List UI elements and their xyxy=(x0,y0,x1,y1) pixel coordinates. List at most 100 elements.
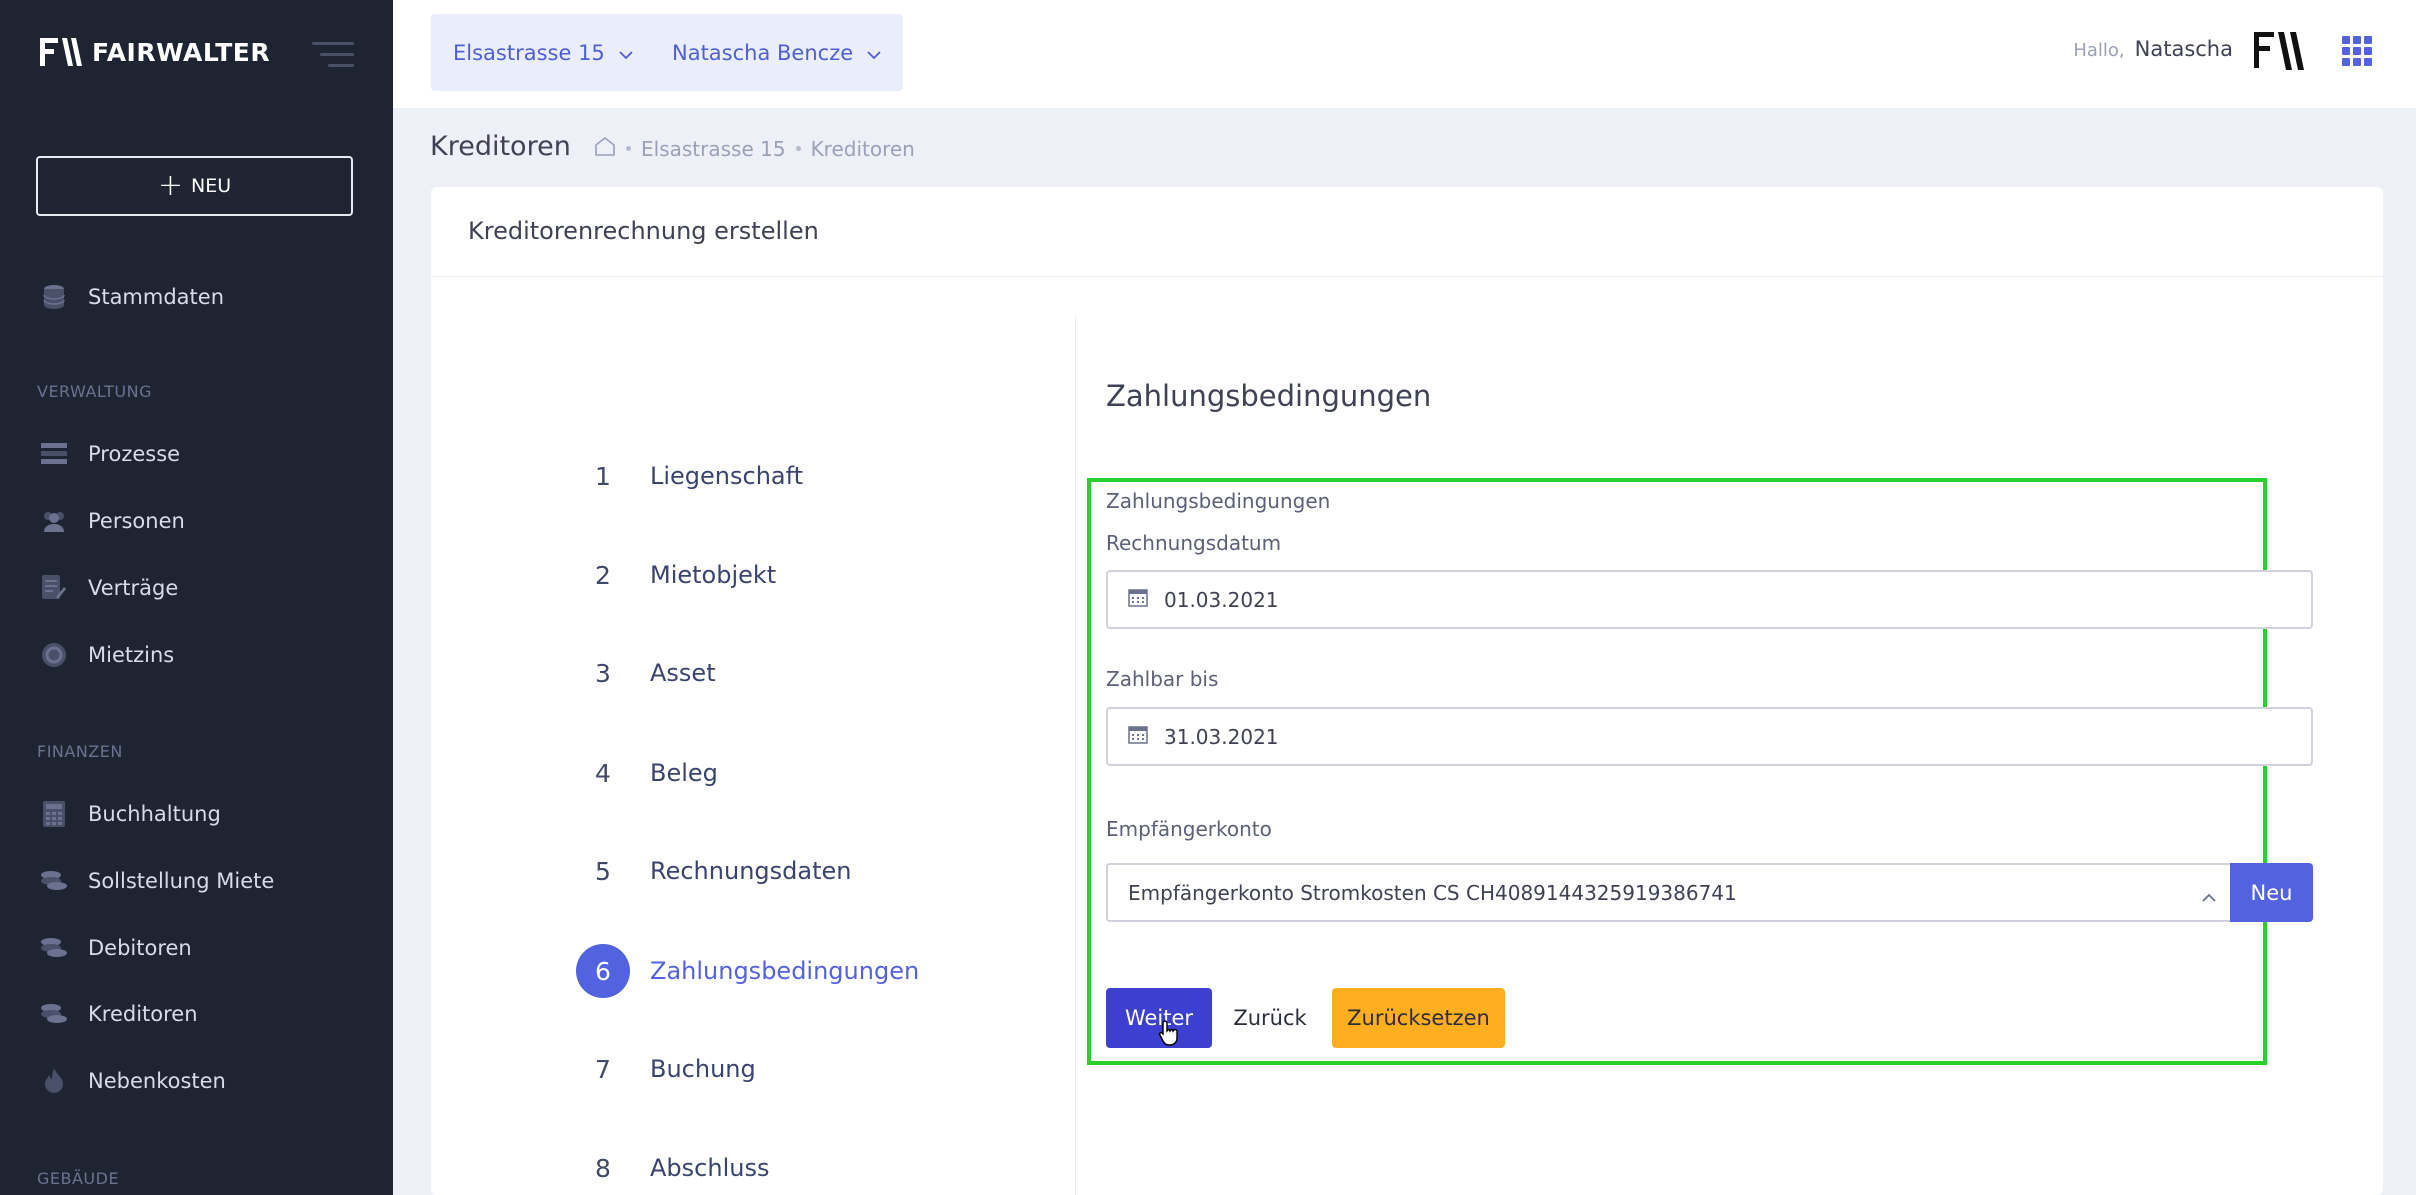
sidebar-item-stammdaten[interactable]: Stammdaten xyxy=(40,283,224,311)
chevron-down-icon xyxy=(619,41,633,65)
sidebar-item-sollstellung-miete[interactable]: Sollstellung Miete xyxy=(40,867,274,895)
step-number: 8 xyxy=(595,1153,611,1183)
rechnungsdatum-value: 01.03.2021 xyxy=(1164,587,1279,612)
top-header: Elsastrasse 15 Natascha Bencze Hallo, Na… xyxy=(393,0,2416,108)
sidebar-item-label: Sollstellung Miete xyxy=(88,869,275,893)
user-name: Natascha xyxy=(2134,37,2233,61)
sidebar-item-buchhaltung[interactable]: Buchhaltung xyxy=(40,800,221,828)
sidebar-item-personen[interactable]: Personen xyxy=(40,507,185,535)
chevron-down-icon xyxy=(867,41,881,65)
step-number: 3 xyxy=(595,658,611,688)
sidebar-item-label: Personen xyxy=(88,509,185,533)
back-button[interactable]: Zurück xyxy=(1227,988,1313,1048)
greeting-text: Hallo, xyxy=(2073,40,2125,61)
step-number: 4 xyxy=(595,758,611,788)
sidebar-item-label: Debitoren xyxy=(88,936,192,960)
menu-toggle-icon[interactable] xyxy=(312,40,354,70)
empfaengerkonto-select[interactable]: Empfängerkonto Stromkosten CS CH40891443… xyxy=(1106,863,2230,922)
sidebar: FAIRWALTER + NEU Stammdaten VERWALTUNG P… xyxy=(0,0,393,1195)
wizard-step-6-active[interactable]: 6 Zahlungsbedingungen xyxy=(576,944,919,998)
sidebar-item-label: Stammdaten xyxy=(88,285,225,309)
zahlbar-bis-input[interactable]: 31.03.2021 xyxy=(1106,707,2313,766)
sidebar-item-label: Prozesse xyxy=(88,442,181,466)
wizard-card: Kreditorenrechnung erstellen 1 Liegenscha… xyxy=(431,187,2383,1195)
avatar[interactable] xyxy=(2254,28,2304,74)
database-icon xyxy=(40,283,68,311)
page-title: Kreditoren xyxy=(430,131,571,162)
person-dropdown-label: Natascha Bencze xyxy=(672,40,854,65)
wizard-step-4[interactable]: 4 Beleg xyxy=(576,746,718,800)
contract-icon xyxy=(40,574,68,602)
sidebar-item-kreditoren[interactable]: Kreditoren xyxy=(40,1000,198,1028)
sidebar-item-label: Buchhaltung xyxy=(88,802,221,826)
step-label: Asset xyxy=(650,659,716,687)
list-icon xyxy=(40,440,68,468)
wizard-step-8[interactable]: 8 Abschluss xyxy=(576,1141,769,1195)
new-account-button[interactable]: Neu xyxy=(2230,863,2313,922)
property-dropdown[interactable]: Elsastrasse 15 xyxy=(431,14,655,91)
person-dropdown[interactable]: Natascha Bencze xyxy=(650,14,904,91)
wizard-step-3[interactable]: 3 Asset xyxy=(576,646,716,700)
sidebar-item-nebenkosten[interactable]: Nebenkosten xyxy=(40,1067,226,1095)
apps-grid-icon[interactable] xyxy=(2342,36,2372,66)
wizard-step-5[interactable]: 5 Rechnungsdaten xyxy=(576,844,851,898)
zahlbar-bis-value: 31.03.2021 xyxy=(1164,724,1279,749)
breadcrumb-item[interactable]: Elsastrasse 15 xyxy=(641,137,786,161)
sidebar-item-vertraege[interactable]: Verträge xyxy=(40,574,178,602)
users-icon xyxy=(40,507,68,535)
step-label: Liegenschaft xyxy=(650,462,804,490)
section-label-finanzen: FINANZEN xyxy=(37,742,123,761)
step-label: Rechnungsdaten xyxy=(650,857,852,885)
coins-icon xyxy=(40,867,68,895)
logo-icon xyxy=(40,36,82,68)
wizard-step-2[interactable]: 2 Mietobjekt xyxy=(576,548,776,602)
card-header: Kreditorenrechnung erstellen xyxy=(431,187,2383,277)
sidebar-item-label: Kreditoren xyxy=(88,1002,198,1026)
step-label: Zahlungsbedingungen xyxy=(650,957,920,985)
step-number: 5 xyxy=(595,856,611,886)
plus-icon: + xyxy=(157,168,183,203)
step-label: Beleg xyxy=(650,759,718,787)
new-button[interactable]: + NEU xyxy=(36,156,353,216)
property-dropdown-label: Elsastrasse 15 xyxy=(453,40,605,65)
home-icon[interactable] xyxy=(594,136,616,161)
calendar-icon xyxy=(1128,724,1148,749)
sidebar-item-prozesse[interactable]: Prozesse xyxy=(40,440,180,468)
breadcrumb-item[interactable]: Kreditoren xyxy=(811,137,915,161)
group-label: Zahlungsbedingungen xyxy=(1106,489,1331,513)
reset-button[interactable]: Zurücksetzen xyxy=(1332,988,1505,1048)
chevron-up-icon xyxy=(2202,883,2216,907)
highlight-box xyxy=(1087,478,2267,1065)
brand-name: FAIRWALTER xyxy=(92,37,271,67)
new-button-label: NEU xyxy=(191,175,232,197)
coins-icon xyxy=(40,934,68,962)
wizard-step-7[interactable]: 7 Buchung xyxy=(576,1042,756,1096)
hand-cursor-icon xyxy=(1158,1020,1180,1050)
logo[interactable]: FAIRWALTER xyxy=(40,36,270,68)
section-label-gebaeude: GEBÄUDE xyxy=(37,1169,120,1188)
coins-icon xyxy=(40,1000,68,1028)
step-label: Mietobjekt xyxy=(650,561,777,589)
step-number: 6 xyxy=(576,944,630,998)
sidebar-item-label: Verträge xyxy=(88,576,179,600)
step-label: Buchung xyxy=(650,1055,756,1083)
step-number: 2 xyxy=(595,560,611,590)
empfaengerkonto-value: Empfängerkonto Stromkosten CS CH40891443… xyxy=(1128,880,1737,905)
rechnungsdatum-label: Rechnungsdatum xyxy=(1106,531,1282,555)
flame-icon xyxy=(40,1067,68,1095)
step-number: 7 xyxy=(595,1054,611,1084)
sidebar-item-mietzins[interactable]: Mietzins xyxy=(40,641,174,669)
rechnungsdatum-input[interactable]: 01.03.2021 xyxy=(1106,570,2313,629)
sidebar-item-label: Mietzins xyxy=(88,643,175,667)
sidebar-item-debitoren[interactable]: Debitoren xyxy=(40,934,192,962)
section-label-verwaltung: VERWALTUNG xyxy=(37,382,152,401)
zahlbar-bis-label: Zahlbar bis xyxy=(1106,667,1219,691)
empfaengerkonto-label: Empfängerkonto xyxy=(1106,817,1272,841)
user-greeting: Hallo, Natascha xyxy=(2073,37,2233,61)
wizard-step-1[interactable]: 1 Liegenschaft xyxy=(576,449,803,503)
step-number: 1 xyxy=(595,461,611,491)
coin-icon xyxy=(40,641,68,669)
sidebar-item-label: Nebenkosten xyxy=(88,1069,226,1093)
calendar-icon xyxy=(1128,587,1148,612)
breadcrumb: Elsastrasse 15 Kreditoren xyxy=(594,136,915,161)
